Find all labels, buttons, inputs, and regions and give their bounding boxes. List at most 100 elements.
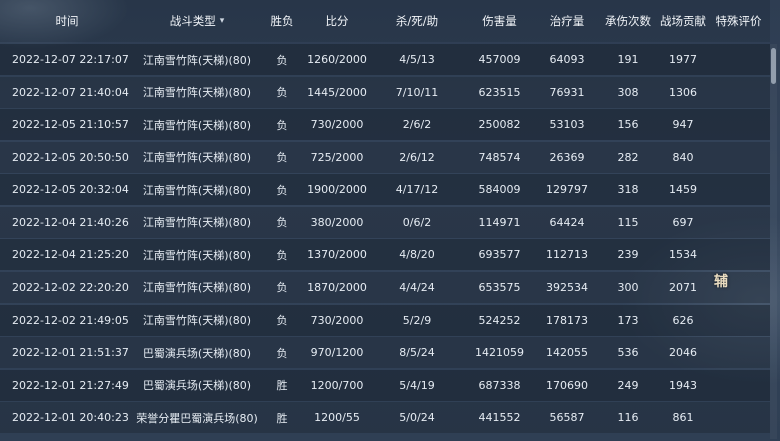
cell-special	[707, 337, 770, 368]
cell-kda: 0/6/2	[402, 215, 432, 229]
cell-score: 1445/2000	[307, 85, 367, 99]
table-row[interactable]: 2022-12-01 21:27:49 巴蜀演兵场(天梯)(80) 胜 1200/70…	[0, 369, 770, 401]
scrollbar-thumb[interactable]	[771, 48, 776, 84]
cell-tanked: 308	[617, 85, 639, 99]
cell-battle-type: 荣誉分瞿巴蜀演兵场(80)	[136, 411, 258, 425]
cell-special	[707, 402, 770, 433]
cell-time: 2022-12-07 22:17:07	[12, 53, 129, 66]
cell-kda: 5/4/19	[399, 378, 435, 392]
cell-score: 1200/55	[314, 411, 360, 425]
table-row[interactable]: 2022-12-05 20:32:04 江南雪竹阵(天梯)(80) 负 1900/20…	[0, 174, 770, 206]
table-row[interactable]: 2022-12-02 21:49:05 江南雪竹阵(天梯)(80) 负 730/200…	[0, 304, 770, 336]
cell-result: 胜	[276, 379, 288, 393]
cell-special	[707, 370, 770, 401]
header-result[interactable]: 胜负	[262, 0, 302, 42]
cell-damage: 748574	[478, 150, 521, 164]
cell-result: 负	[276, 118, 288, 132]
header-battle-type[interactable]: 战斗类型 ▾	[132, 0, 262, 42]
cell-healing: 142055	[546, 346, 588, 360]
cell-battle-type: 巴蜀演兵场(天梯)(80)	[142, 379, 252, 393]
cell-contribution: 947	[672, 118, 694, 132]
cell-special	[707, 239, 770, 270]
cell-kda: 2/6/2	[402, 118, 432, 132]
cell-healing: 64424	[549, 215, 585, 229]
cell-damage: 687338	[478, 378, 521, 392]
cell-result: 负	[276, 346, 288, 360]
cell-result: 负	[276, 216, 288, 230]
cell-battle-type: 江南雪竹阵(天梯)(80)	[142, 281, 252, 295]
header-score[interactable]: 比分	[302, 0, 372, 42]
cell-time: 2022-12-07 21:40:04	[12, 85, 129, 99]
cell-tanked: 318	[617, 183, 639, 197]
cell-result: 负	[276, 151, 288, 165]
table-row[interactable]: 2022-12-05 20:50:50 江南雪竹阵(天梯)(80) 负 725/200…	[0, 141, 770, 173]
header-kda[interactable]: 杀/死/助	[372, 0, 462, 42]
cell-special	[707, 77, 770, 108]
cell-score: 730/2000	[310, 118, 364, 132]
cell-time: 2022-12-01 21:51:37	[12, 346, 129, 360]
cell-special	[707, 142, 770, 173]
cell-kda: 4/17/12	[395, 183, 439, 197]
cell-tanked: 115	[617, 215, 639, 229]
cell-kda: 4/4/24	[399, 280, 435, 294]
cell-contribution: 1534	[669, 248, 697, 262]
cell-tanked: 173	[617, 313, 639, 327]
cell-battle-type: 江南雪竹阵(天梯)(80)	[142, 248, 252, 262]
header-time[interactable]: 时间	[0, 0, 134, 42]
cell-healing: 178173	[546, 313, 588, 327]
cell-score: 1900/2000	[307, 183, 367, 197]
cell-healing: 26369	[549, 150, 585, 164]
cell-time: 2022-12-01 20:40:23	[12, 411, 129, 425]
table-row[interactable]: 2022-12-04 21:40:26 江南雪竹阵(天梯)(80) 负 380/200…	[0, 206, 770, 238]
header-battle-type-label: 战斗类型	[169, 14, 216, 28]
cell-healing: 76931	[549, 85, 585, 99]
cell-damage: 524252	[478, 313, 521, 327]
cell-battle-type: 江南雪竹阵(天梯)(80)	[142, 118, 252, 132]
cell-damage: 1421059	[475, 346, 524, 360]
table-row[interactable]: 2022-12-04 21:25:20 江南雪竹阵(天梯)(80) 负 1370/20…	[0, 239, 770, 271]
cell-score: 725/2000	[310, 150, 364, 164]
scrollbar[interactable]	[770, 44, 777, 439]
cell-result: 负	[276, 53, 288, 67]
header-tanked[interactable]: 承伤次数	[597, 0, 659, 42]
cell-battle-type: 江南雪竹阵(天梯)(80)	[142, 53, 252, 67]
cell-special	[707, 305, 770, 336]
cell-special	[707, 109, 770, 140]
cell-damage: 457009	[478, 53, 521, 66]
chevron-down-icon[interactable]: ▾	[220, 16, 225, 26]
cell-damage: 623515	[478, 85, 521, 99]
table-row[interactable]: 2022-12-07 22:17:07 江南雪竹阵(天梯)(80) 负 1260/20…	[0, 44, 770, 75]
cell-healing: 129797	[546, 183, 588, 197]
cell-healing: 112713	[546, 248, 588, 262]
table-row[interactable]: 2022-12-01 20:40:23 荣誉分瞿巴蜀演兵场(80) 胜 1200/55…	[0, 402, 770, 434]
header-special[interactable]: 特殊评价	[707, 0, 770, 42]
cell-healing: 53103	[549, 118, 585, 132]
cell-kda: 5/0/24	[399, 411, 435, 425]
cell-healing: 170690	[546, 378, 588, 392]
table-body: 2022-12-07 22:17:07 江南雪竹阵(天梯)(80) 负 1260/20…	[0, 44, 770, 435]
header-healing[interactable]: 治疗量	[537, 0, 597, 42]
cell-score: 1870/2000	[307, 280, 367, 294]
cell-result: 负	[276, 281, 288, 295]
cell-damage: 441552	[478, 411, 521, 425]
cell-time: 2022-12-02 21:49:05	[12, 313, 129, 327]
cell-result: 胜	[276, 411, 288, 425]
cell-kda: 4/8/20	[399, 248, 435, 262]
cell-time: 2022-12-05 20:32:04	[12, 183, 129, 197]
cell-damage: 250082	[478, 118, 521, 132]
cell-result: 负	[276, 248, 288, 262]
cell-tanked: 300	[617, 280, 639, 294]
table-row[interactable]: 2022-12-01 21:51:37 巴蜀演兵场(天梯)(80) 负 970/120…	[0, 337, 770, 369]
cell-time: 2022-12-05 20:50:50	[12, 150, 129, 164]
header-contribution[interactable]: 战场贡献	[659, 0, 707, 42]
table-row[interactable]: 2022-12-02 22:20:20 江南雪竹阵(天梯)(80) 负 1870/20…	[0, 271, 770, 303]
cell-kda: 8/5/24	[399, 346, 435, 360]
cell-damage: 114971	[478, 215, 521, 229]
table-row[interactable]: 2022-12-07 21:40:04 江南雪竹阵(天梯)(80) 负 1445/20…	[0, 76, 770, 108]
cell-contribution: 1306	[669, 85, 697, 99]
header-damage[interactable]: 伤害量	[462, 0, 537, 42]
cell-time: 2022-12-04 21:25:20	[12, 248, 129, 262]
cell-tanked: 249	[617, 378, 639, 392]
cell-kda: 2/6/12	[399, 150, 435, 164]
table-row[interactable]: 2022-12-05 21:10:57 江南雪竹阵(天梯)(80) 负 730/200…	[0, 109, 770, 141]
